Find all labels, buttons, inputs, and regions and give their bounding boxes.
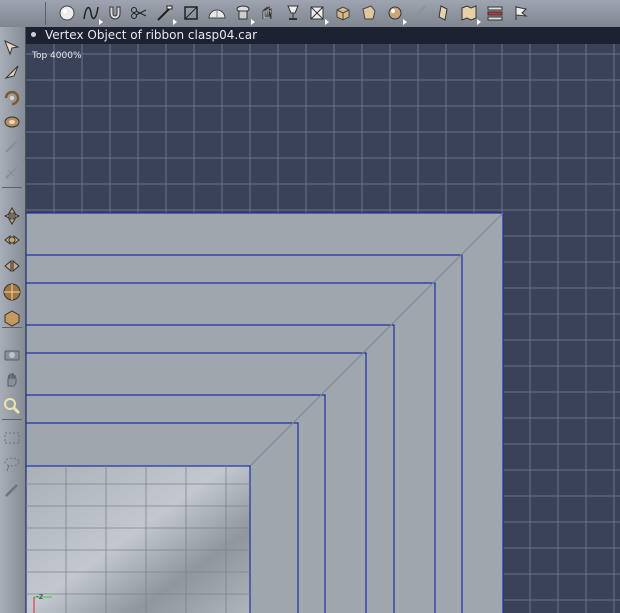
brush-icon[interactable] [408, 2, 430, 24]
camera-icon[interactable] [1, 343, 23, 365]
magnet-icon[interactable] [104, 2, 126, 24]
axis-label: -z [36, 592, 43, 601]
move-icon[interactable] [1, 205, 23, 227]
tool-separator [2, 187, 22, 188]
cube-icon[interactable] [332, 2, 354, 24]
viewport-window[interactable]: Vertex Object of ribbon clasp04.car -z T… [26, 27, 620, 613]
flag-icon[interactable] [510, 2, 532, 24]
move-xy-icon[interactable] [1, 229, 23, 251]
viewport-title: Vertex Object of ribbon clasp04.car [45, 28, 258, 42]
lasso-icon[interactable] [1, 453, 23, 475]
sphere-icon[interactable] [56, 2, 78, 24]
window-close-dot-icon[interactable] [31, 32, 36, 37]
lathe-icon[interactable] [232, 2, 255, 25]
tool-separator [2, 419, 22, 420]
dome-icon[interactable] [206, 2, 228, 24]
ribbon-object[interactable] [26, 212, 504, 613]
cube-transform-icon[interactable] [1, 307, 23, 329]
main-toolbar [0, 0, 620, 28]
zoom-magnifier-icon[interactable] [1, 395, 23, 417]
stack-icon[interactable] [484, 2, 506, 24]
ribbon-inner-mesh[interactable] [26, 465, 251, 613]
hand-pan-icon[interactable] [1, 369, 23, 391]
scale-icon[interactable] [1, 255, 23, 277]
modeling-canvas[interactable]: -z [26, 44, 620, 613]
box-x-icon[interactable] [306, 2, 329, 25]
map-icon[interactable] [458, 2, 481, 25]
marquee-icon[interactable] [1, 427, 23, 449]
ball-icon[interactable] [384, 2, 407, 25]
twist-icon[interactable] [1, 111, 23, 133]
square-icon[interactable] [180, 2, 202, 24]
globe-rotate-icon[interactable] [1, 281, 23, 303]
rotate-icon[interactable] [1, 87, 23, 109]
spline-icon[interactable] [80, 2, 103, 25]
direct-select-icon[interactable] [1, 61, 23, 83]
left-tool-palette [0, 27, 26, 613]
eyedropper-icon[interactable] [1, 479, 23, 501]
tool-separator [2, 327, 22, 328]
knife-icon[interactable] [154, 2, 177, 25]
viewport-title-bar[interactable]: Vertex Object of ribbon clasp04.car [26, 27, 620, 44]
scissors-icon[interactable] [128, 2, 150, 24]
pen-alt-disabled-icon[interactable] [1, 161, 23, 183]
goblet-icon[interactable] [282, 2, 304, 24]
view-zoom-label: Top 4000% [32, 51, 82, 61]
hand-deform-icon[interactable] [256, 2, 278, 24]
toolbar-separator [45, 2, 46, 25]
pointer-arrow-icon[interactable] [1, 37, 23, 59]
pen-disabled-icon[interactable] [1, 135, 23, 157]
figure-icon[interactable] [432, 2, 454, 24]
bag-icon[interactable] [358, 2, 380, 24]
